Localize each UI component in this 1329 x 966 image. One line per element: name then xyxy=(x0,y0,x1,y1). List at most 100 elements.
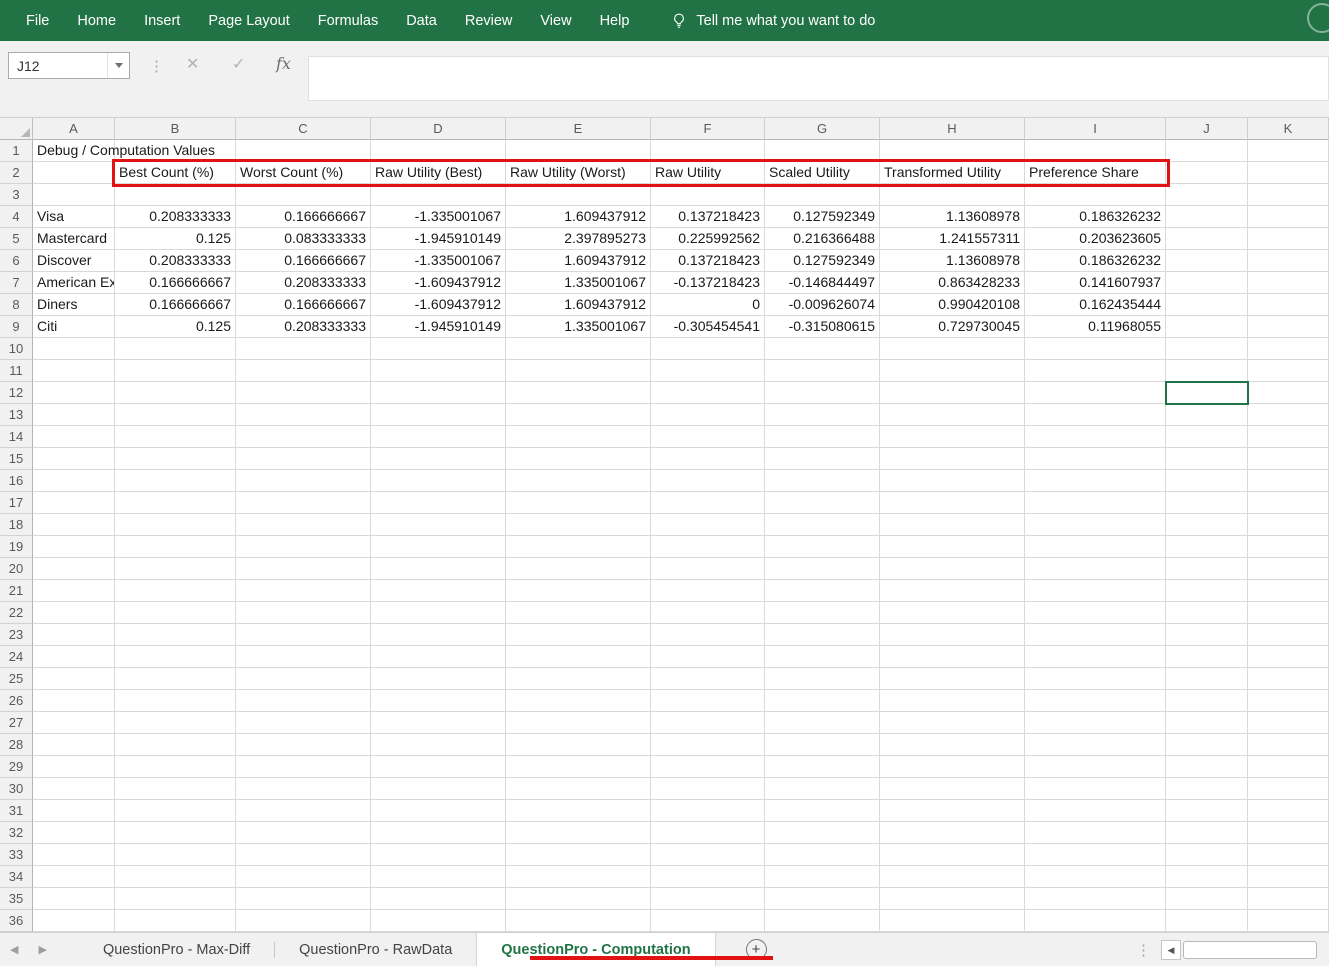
insert-function-icon[interactable]: fx xyxy=(276,54,291,73)
cell-E7[interactable]: 1.335001067 xyxy=(506,272,651,294)
cell-D1[interactable] xyxy=(371,140,506,162)
row-header-11[interactable]: 11 xyxy=(0,360,33,382)
row-header-16[interactable]: 16 xyxy=(0,470,33,492)
menu-review[interactable]: Review xyxy=(451,0,527,41)
cell-J8[interactable] xyxy=(1166,294,1248,316)
cell-C34[interactable] xyxy=(236,866,371,888)
cell-J9[interactable] xyxy=(1166,316,1248,338)
cell-C26[interactable] xyxy=(236,690,371,712)
cell-I32[interactable] xyxy=(1025,822,1166,844)
cell-J17[interactable] xyxy=(1166,492,1248,514)
cell-J36[interactable] xyxy=(1166,910,1248,932)
row-header-4[interactable]: 4 xyxy=(0,206,33,228)
cell-E14[interactable] xyxy=(506,426,651,448)
cell-A6[interactable]: Discover xyxy=(33,250,115,272)
cell-D24[interactable] xyxy=(371,646,506,668)
cell-H35[interactable] xyxy=(880,888,1025,910)
cell-E25[interactable] xyxy=(506,668,651,690)
row-header-23[interactable]: 23 xyxy=(0,624,33,646)
cell-E4[interactable]: 1.609437912 xyxy=(506,206,651,228)
cell-B29[interactable] xyxy=(115,756,236,778)
cell-C19[interactable] xyxy=(236,536,371,558)
cell-I26[interactable] xyxy=(1025,690,1166,712)
cell-C25[interactable] xyxy=(236,668,371,690)
cell-B5[interactable]: 0.125 xyxy=(115,228,236,250)
cell-G13[interactable] xyxy=(765,404,880,426)
cell-D2[interactable]: Raw Utility (Best) xyxy=(371,162,506,184)
cell-E5[interactable]: 2.397895273 xyxy=(506,228,651,250)
cell-E6[interactable]: 1.609437912 xyxy=(506,250,651,272)
row-header-26[interactable]: 26 xyxy=(0,690,33,712)
cell-A5[interactable]: Mastercard xyxy=(33,228,115,250)
cell-I7[interactable]: 0.141607937 xyxy=(1025,272,1166,294)
cell-J34[interactable] xyxy=(1166,866,1248,888)
cell-F4[interactable]: 0.137218423 xyxy=(651,206,765,228)
cell-K4[interactable] xyxy=(1248,206,1329,228)
cell-D35[interactable] xyxy=(371,888,506,910)
cell-A27[interactable] xyxy=(33,712,115,734)
cell-D3[interactable] xyxy=(371,184,506,206)
cell-B36[interactable] xyxy=(115,910,236,932)
menu-page-layout[interactable]: Page Layout xyxy=(194,0,303,41)
cell-D31[interactable] xyxy=(371,800,506,822)
cancel-entry-icon[interactable]: ✕ xyxy=(186,54,199,74)
menu-help[interactable]: Help xyxy=(586,0,644,41)
cell-F10[interactable] xyxy=(651,338,765,360)
cell-K2[interactable] xyxy=(1248,162,1329,184)
cell-K6[interactable] xyxy=(1248,250,1329,272)
cell-I20[interactable] xyxy=(1025,558,1166,580)
row-header-1[interactable]: 1 xyxy=(0,140,33,162)
cell-F26[interactable] xyxy=(651,690,765,712)
cell-C8[interactable]: 0.166666667 xyxy=(236,294,371,316)
cell-B7[interactable]: 0.166666667 xyxy=(115,272,236,294)
cell-G25[interactable] xyxy=(765,668,880,690)
menu-home[interactable]: Home xyxy=(63,0,130,41)
row-header-21[interactable]: 21 xyxy=(0,580,33,602)
cell-K23[interactable] xyxy=(1248,624,1329,646)
cell-B23[interactable] xyxy=(115,624,236,646)
cell-E17[interactable] xyxy=(506,492,651,514)
column-header-K[interactable]: K xyxy=(1248,118,1329,140)
cell-D9[interactable]: -1.945910149 xyxy=(371,316,506,338)
cell-F14[interactable] xyxy=(651,426,765,448)
cell-K24[interactable] xyxy=(1248,646,1329,668)
cell-H19[interactable] xyxy=(880,536,1025,558)
cell-D5[interactable]: -1.945910149 xyxy=(371,228,506,250)
cell-F15[interactable] xyxy=(651,448,765,470)
new-sheet-button[interactable]: + xyxy=(746,939,767,960)
cell-I5[interactable]: 0.203623605 xyxy=(1025,228,1166,250)
cell-J21[interactable] xyxy=(1166,580,1248,602)
cell-H27[interactable] xyxy=(880,712,1025,734)
cell-I34[interactable] xyxy=(1025,866,1166,888)
cell-A31[interactable] xyxy=(33,800,115,822)
row-header-22[interactable]: 22 xyxy=(0,602,33,624)
cell-I36[interactable] xyxy=(1025,910,1166,932)
cell-J10[interactable] xyxy=(1166,338,1248,360)
row-header-29[interactable]: 29 xyxy=(0,756,33,778)
menu-formulas[interactable]: Formulas xyxy=(304,0,392,41)
cell-A21[interactable] xyxy=(33,580,115,602)
cell-C17[interactable] xyxy=(236,492,371,514)
cell-J14[interactable] xyxy=(1166,426,1248,448)
cell-A3[interactable] xyxy=(33,184,115,206)
cell-A33[interactable] xyxy=(33,844,115,866)
cell-A16[interactable] xyxy=(33,470,115,492)
cell-I17[interactable] xyxy=(1025,492,1166,514)
cell-D4[interactable]: -1.335001067 xyxy=(371,206,506,228)
cell-K11[interactable] xyxy=(1248,360,1329,382)
cell-J13[interactable] xyxy=(1166,404,1248,426)
cell-B15[interactable] xyxy=(115,448,236,470)
cell-F22[interactable] xyxy=(651,602,765,624)
cell-G4[interactable]: 0.127592349 xyxy=(765,206,880,228)
cell-G27[interactable] xyxy=(765,712,880,734)
cell-K10[interactable] xyxy=(1248,338,1329,360)
cell-I22[interactable] xyxy=(1025,602,1166,624)
cell-G15[interactable] xyxy=(765,448,880,470)
cell-K28[interactable] xyxy=(1248,734,1329,756)
cell-A8[interactable]: Diners xyxy=(33,294,115,316)
cell-H21[interactable] xyxy=(880,580,1025,602)
cell-I13[interactable] xyxy=(1025,404,1166,426)
cell-F3[interactable] xyxy=(651,184,765,206)
cell-K34[interactable] xyxy=(1248,866,1329,888)
cell-C23[interactable] xyxy=(236,624,371,646)
